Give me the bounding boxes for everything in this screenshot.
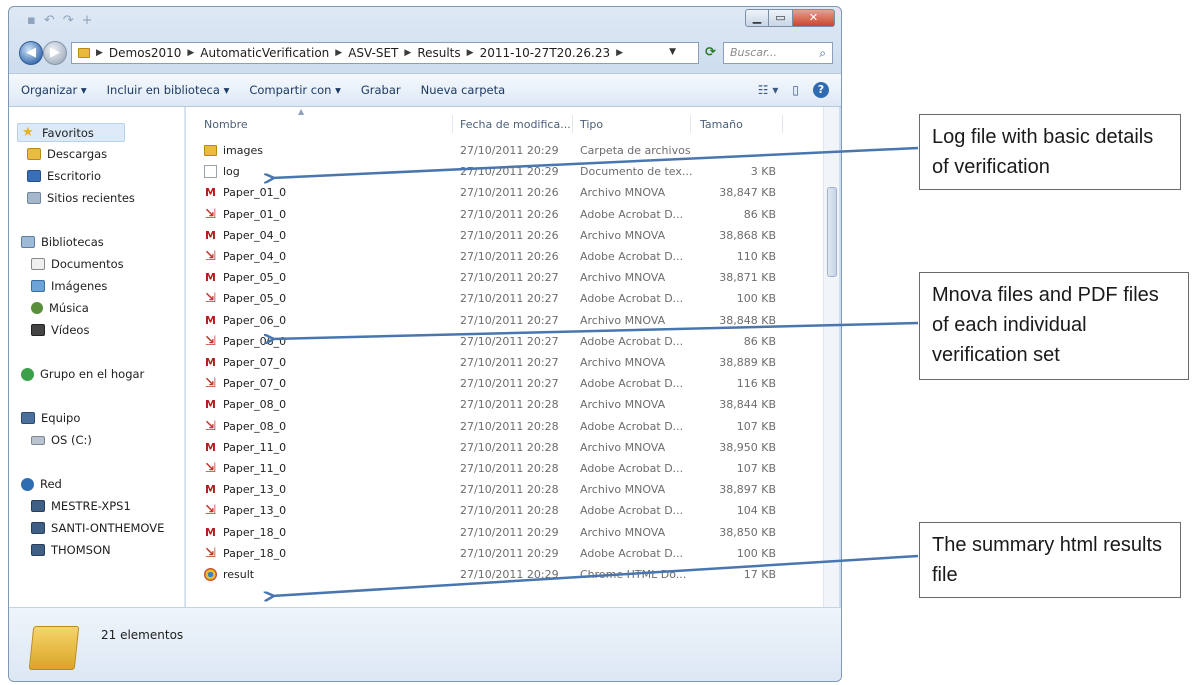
arrow-to-paper-06 [272,321,919,339]
callout-mnova-files: Mnova files and PDF files of each indivi… [919,272,1189,380]
callout-summary-file: The summary html results file [919,522,1181,598]
arrow-to-log [272,146,919,178]
callout-log-file: Log file with basic details of verificat… [919,114,1181,190]
arrow-to-result [272,554,919,596]
